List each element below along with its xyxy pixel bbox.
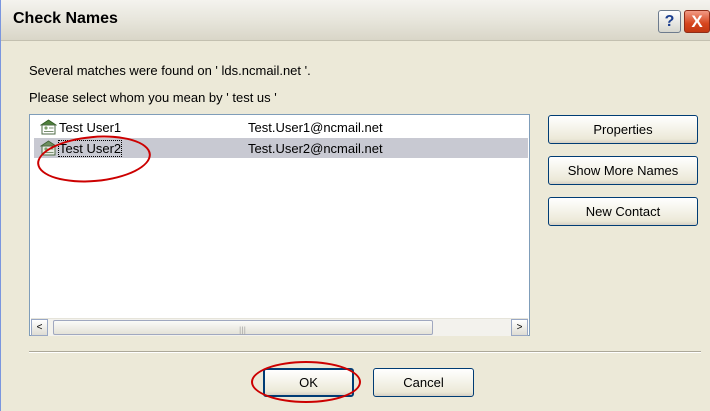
select-prompt: Please select whom you mean by ' test us… (29, 90, 277, 105)
help-button[interactable]: ? (658, 10, 681, 33)
contact-name: Test User1 (59, 120, 122, 135)
show-more-names-button[interactable]: Show More Names (548, 156, 698, 185)
matches-list[interactable]: Test User1 Test.User1@ncmail.net Test Us… (29, 114, 530, 336)
new-contact-button[interactable]: New Contact (548, 197, 698, 226)
matches-message: Several matches were found on ' lds.ncma… (29, 63, 311, 78)
cancel-button[interactable]: Cancel (373, 368, 474, 397)
ok-button[interactable]: OK (263, 368, 354, 397)
contact-email: Test.User1@ncmail.net (248, 120, 383, 135)
scroll-thumb[interactable]: ||| (53, 320, 433, 335)
horizontal-scrollbar[interactable]: < ||| > (31, 318, 528, 336)
check-names-dialog: Check Names ? X Several matches were fou… (0, 0, 710, 411)
divider (29, 351, 701, 353)
grip-icon: ||| (239, 325, 247, 335)
dialog-title: Check Names (13, 10, 118, 27)
address-card-icon (39, 119, 58, 135)
scroll-left-button[interactable]: < (31, 319, 48, 336)
close-button[interactable]: X (684, 10, 710, 33)
list-item[interactable]: Test User1 Test.User1@ncmail.net (34, 117, 528, 137)
contact-name: Test User2 (57, 140, 123, 157)
scroll-right-button[interactable]: > (511, 319, 528, 336)
title-bar: Check Names ? X (1, 0, 710, 41)
contact-email: Test.User2@ncmail.net (248, 141, 383, 156)
properties-button[interactable]: Properties (548, 115, 698, 144)
address-card-icon (39, 140, 58, 156)
list-item[interactable]: Test User2 Test.User2@ncmail.net (34, 138, 528, 158)
